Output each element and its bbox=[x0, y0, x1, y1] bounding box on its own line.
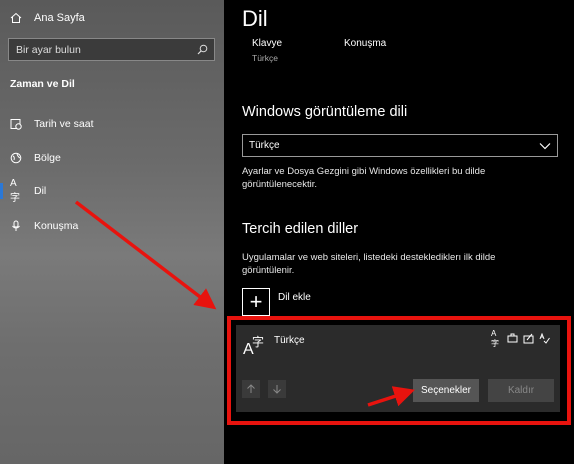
annotation-arrow-to-language bbox=[74, 200, 217, 310]
annotation-arrow-to-options bbox=[367, 386, 415, 407]
annotation-arrows bbox=[74, 200, 415, 407]
